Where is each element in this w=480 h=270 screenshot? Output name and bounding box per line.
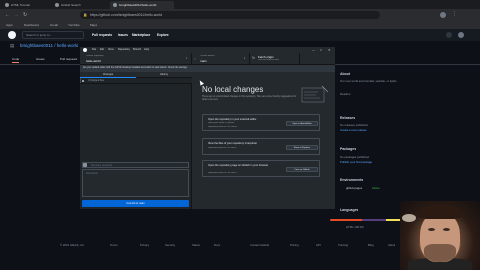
github-favicon-icon bbox=[113, 3, 117, 7]
create-release-link[interactable]: Create a new release bbox=[340, 128, 367, 132]
url-input[interactable]: https://github.com/bmightbaes0011/hello-… bbox=[80, 11, 380, 19]
releases-heading: Releases bbox=[340, 116, 356, 120]
profile-avatar[interactable] bbox=[440, 12, 446, 18]
repo-selector-value: hello-world bbox=[86, 59, 101, 63]
webcam-background-light bbox=[402, 214, 416, 222]
open-in-editor-button[interactable]: Open in Atom/Editor bbox=[286, 121, 318, 126]
environments-heading: Environments bbox=[340, 178, 364, 182]
environment-item[interactable]: github-pages bbox=[346, 186, 362, 190]
card-shortcut: Repository menu or Ctrl Shift A bbox=[208, 126, 237, 128]
commit-summary-input[interactable]: Summary (required) bbox=[82, 162, 189, 168]
lock-icon: 🔒 bbox=[83, 13, 88, 17]
about-heading: About bbox=[340, 72, 351, 76]
commit-description-input[interactable]: Description bbox=[82, 169, 189, 197]
commit-button[interactable]: Commit to main bbox=[82, 200, 189, 207]
language-bar bbox=[330, 219, 410, 221]
nav-marketplace[interactable]: Marketplace bbox=[132, 31, 150, 39]
card-title: Open the repository page on GitHub in yo… bbox=[208, 164, 269, 167]
sync-icon: ↻ bbox=[252, 56, 255, 60]
notifications-icon[interactable] bbox=[446, 32, 452, 38]
fetch-origin-sub: Last fetched just now bbox=[258, 59, 279, 61]
packages-text: No packages published bbox=[340, 155, 370, 159]
repo-tab-code[interactable]: Code bbox=[12, 55, 20, 63]
footer-link[interactable]: Terms bbox=[110, 243, 118, 247]
releases-text: No releases published bbox=[340, 123, 368, 127]
environment-status: Active bbox=[372, 186, 380, 190]
action-card-editor: Open the repository in your external edi… bbox=[202, 114, 320, 131]
webcam-person-eye bbox=[443, 228, 450, 231]
card-title: Open the repository in your external edi… bbox=[208, 118, 257, 121]
nav-explore[interactable]: Explore bbox=[157, 31, 169, 39]
bookmark-item[interactable]: Dashboard bbox=[24, 21, 39, 29]
no-local-changes-description: There are no uncommitted changes in this… bbox=[202, 96, 297, 102]
branch-selector-label: Current branch bbox=[200, 55, 215, 57]
webcam-person-beard bbox=[424, 244, 456, 262]
changes-list-header: 0 changed files bbox=[80, 78, 192, 84]
github-logo-icon[interactable] bbox=[8, 31, 16, 39]
footer-link[interactable]: Contact GitHub bbox=[250, 243, 269, 247]
card-subtitle: Select your editor in Options bbox=[208, 122, 235, 124]
branch-selector-value: main bbox=[200, 59, 207, 63]
select-all-checkbox[interactable] bbox=[82, 80, 84, 82]
browser-tab-active[interactable]: bmightbaes0011/hello-world bbox=[110, 1, 174, 9]
footer-link[interactable]: API bbox=[316, 243, 321, 247]
view-on-github-button[interactable]: View on GitHub bbox=[286, 167, 318, 172]
current-branch-selector[interactable]: Current branch main ⑂ ▾ bbox=[192, 53, 250, 65]
reload-icon[interactable]: ↻ bbox=[23, 12, 27, 18]
webcam-person-eye bbox=[428, 228, 435, 231]
nav-pull-requests[interactable]: Pull requests bbox=[92, 31, 112, 39]
card-subtitle: Repository menu or Ctrl Shift G bbox=[208, 172, 237, 174]
bookmark-item[interactable]: Maps bbox=[90, 21, 97, 29]
nav-issues[interactable]: Issues bbox=[118, 31, 128, 39]
action-card-github: Open the repository page on GitHub in yo… bbox=[202, 160, 320, 177]
repo-icon: ▤ bbox=[10, 43, 15, 48]
empty-state-illustration bbox=[301, 85, 329, 103]
github-search-input[interactable]: Search or jump to... bbox=[22, 31, 84, 39]
languages-heading: Languages bbox=[340, 208, 359, 212]
chevron-down-icon: ▾ bbox=[186, 57, 188, 60]
favicon-icon bbox=[55, 3, 59, 7]
footer-link[interactable]: Status bbox=[192, 243, 200, 247]
footer-copyright: © 2021 GitHub, Inc. bbox=[60, 243, 85, 247]
branch-icon: ⑂ bbox=[194, 57, 196, 61]
fetch-origin-button[interactable]: ↻ Fetch origin Last fetched just now bbox=[250, 53, 300, 65]
footer-link[interactable]: Blog bbox=[368, 243, 374, 247]
browser-menu-icon[interactable]: ⋮ bbox=[452, 11, 457, 17]
footer-link[interactable]: Pricing bbox=[290, 243, 299, 247]
bookmark-item[interactable]: YouTube bbox=[68, 21, 80, 29]
publish-package-link[interactable]: Publish your first package bbox=[340, 160, 372, 164]
card-subtitle: Repository menu or Ctrl Shift F bbox=[208, 147, 237, 149]
forward-icon[interactable]: → bbox=[14, 12, 19, 18]
repo-tab-pull-requests[interactable]: Pull requests bbox=[60, 55, 77, 63]
author-avatar bbox=[83, 163, 87, 167]
back-icon[interactable]: ← bbox=[5, 12, 10, 18]
chevron-down-icon: ▾ bbox=[244, 57, 246, 60]
browser-tab-2[interactable]: GitHub Search bbox=[52, 1, 108, 9]
footer-link[interactable]: Training bbox=[338, 243, 348, 247]
repo-tab-issues[interactable]: Issues bbox=[36, 55, 45, 63]
info-banner: Set your default editor with the GitHub … bbox=[80, 65, 335, 72]
language-legend: HTML 100.0% bbox=[346, 225, 364, 229]
about-text: Our new world and tutorials, website, or… bbox=[340, 79, 397, 83]
repo-title[interactable]: bmightbaes0011 / hello-world bbox=[20, 43, 78, 48]
footer-link[interactable]: About bbox=[388, 243, 395, 247]
card-title: View the files of your repository in Exp… bbox=[208, 142, 258, 145]
show-in-explorer-button[interactable]: Show in Explorer bbox=[286, 145, 318, 150]
action-card-explorer: View the files of your repository in Exp… bbox=[202, 138, 320, 155]
webcam-person-hair bbox=[418, 205, 462, 219]
footer-link[interactable]: Security bbox=[165, 243, 175, 247]
readme-link[interactable]: Readme bbox=[340, 92, 351, 96]
packages-heading: Packages bbox=[340, 147, 357, 151]
browser-tab-1[interactable]: HTML Tutorial bbox=[2, 1, 50, 9]
user-avatar[interactable] bbox=[458, 32, 464, 38]
bookmark-item[interactable]: Apps bbox=[6, 21, 13, 29]
footer-link[interactable]: Privacy bbox=[140, 243, 149, 247]
bookmark-item[interactable]: Gmail bbox=[50, 21, 58, 29]
desktop-logo-icon bbox=[83, 48, 87, 52]
footer-link[interactable]: Docs bbox=[214, 243, 220, 247]
no-local-changes-title: No local changes bbox=[202, 85, 264, 94]
favicon-icon bbox=[5, 3, 9, 7]
current-repository-selector[interactable]: Current repository hello-world ▾ bbox=[80, 53, 192, 65]
repo-selector-label: Current repository bbox=[86, 55, 104, 57]
